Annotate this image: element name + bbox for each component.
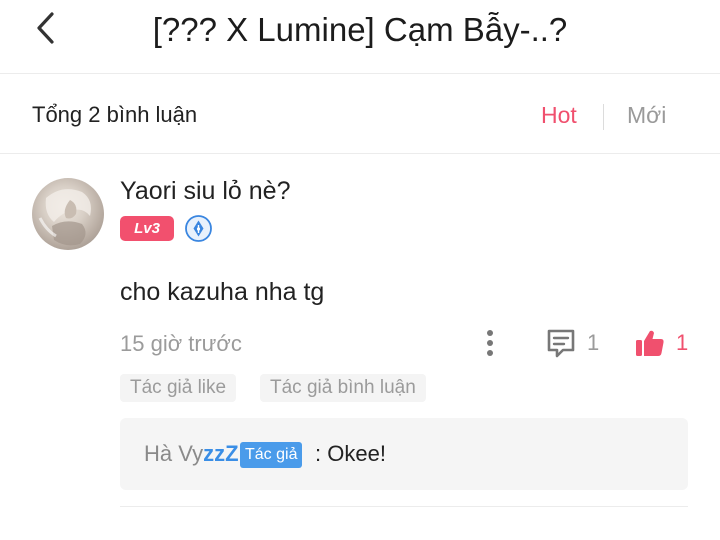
chevron-left-icon[interactable] <box>34 11 56 45</box>
back-button[interactable] <box>28 8 62 48</box>
sort-divider <box>603 104 604 130</box>
comment-divider <box>120 506 688 507</box>
tag-author-replied: Tác giả bình luận <box>260 374 426 402</box>
reply-separator: : <box>315 441 322 466</box>
page-title: [??? X Lumine] Cạm Bẫy-..? <box>152 11 568 48</box>
header-bar: [??? X Lumine] Cạm Bẫy-..? <box>0 0 720 74</box>
comment-content: cho kazuha nha tg <box>120 278 325 306</box>
avatar-image <box>38 189 91 246</box>
sort-new-tab[interactable]: Mới <box>627 102 666 128</box>
comment-username[interactable]: Yaori siu lỏ nè? <box>120 176 290 206</box>
like-count: 1 <box>676 330 689 355</box>
author-badge: Tác giả <box>240 442 303 468</box>
reply-count: 1 <box>587 330 600 355</box>
reply-button[interactable]: 1 <box>545 326 599 360</box>
reply-author-name: Hà Vy <box>144 441 204 466</box>
comment-total: Tổng 2 bình luận <box>32 102 198 127</box>
tag-author-liked: Tác giả like <box>120 374 237 402</box>
more-options-button[interactable] <box>478 326 502 360</box>
pen-nib-icon <box>185 215 212 242</box>
more-vertical-icon[interactable] <box>485 328 495 358</box>
like-button[interactable]: 1 <box>634 326 688 360</box>
sort-hot-tab[interactable]: Hot <box>541 102 577 128</box>
comments-toolbar: Tổng 2 bình luận Hot Mới <box>0 74 720 154</box>
reply-text: : Okee! <box>315 440 386 468</box>
thumbs-up-icon[interactable] <box>634 327 666 359</box>
reply-preview[interactable]: Hà VyzzZ Tác giả : Okee! <box>120 418 688 490</box>
reply-message: Okee! <box>327 441 386 466</box>
comment-time: 15 giờ trước <box>120 331 242 356</box>
reply-author[interactable]: Hà VyzzZ <box>144 440 239 468</box>
avatar[interactable] <box>32 178 104 250</box>
comment-bubble-icon[interactable] <box>545 327 577 359</box>
reply-author-suffix: zzZ <box>203 441 239 466</box>
level-badge: Lv3 <box>120 216 174 241</box>
